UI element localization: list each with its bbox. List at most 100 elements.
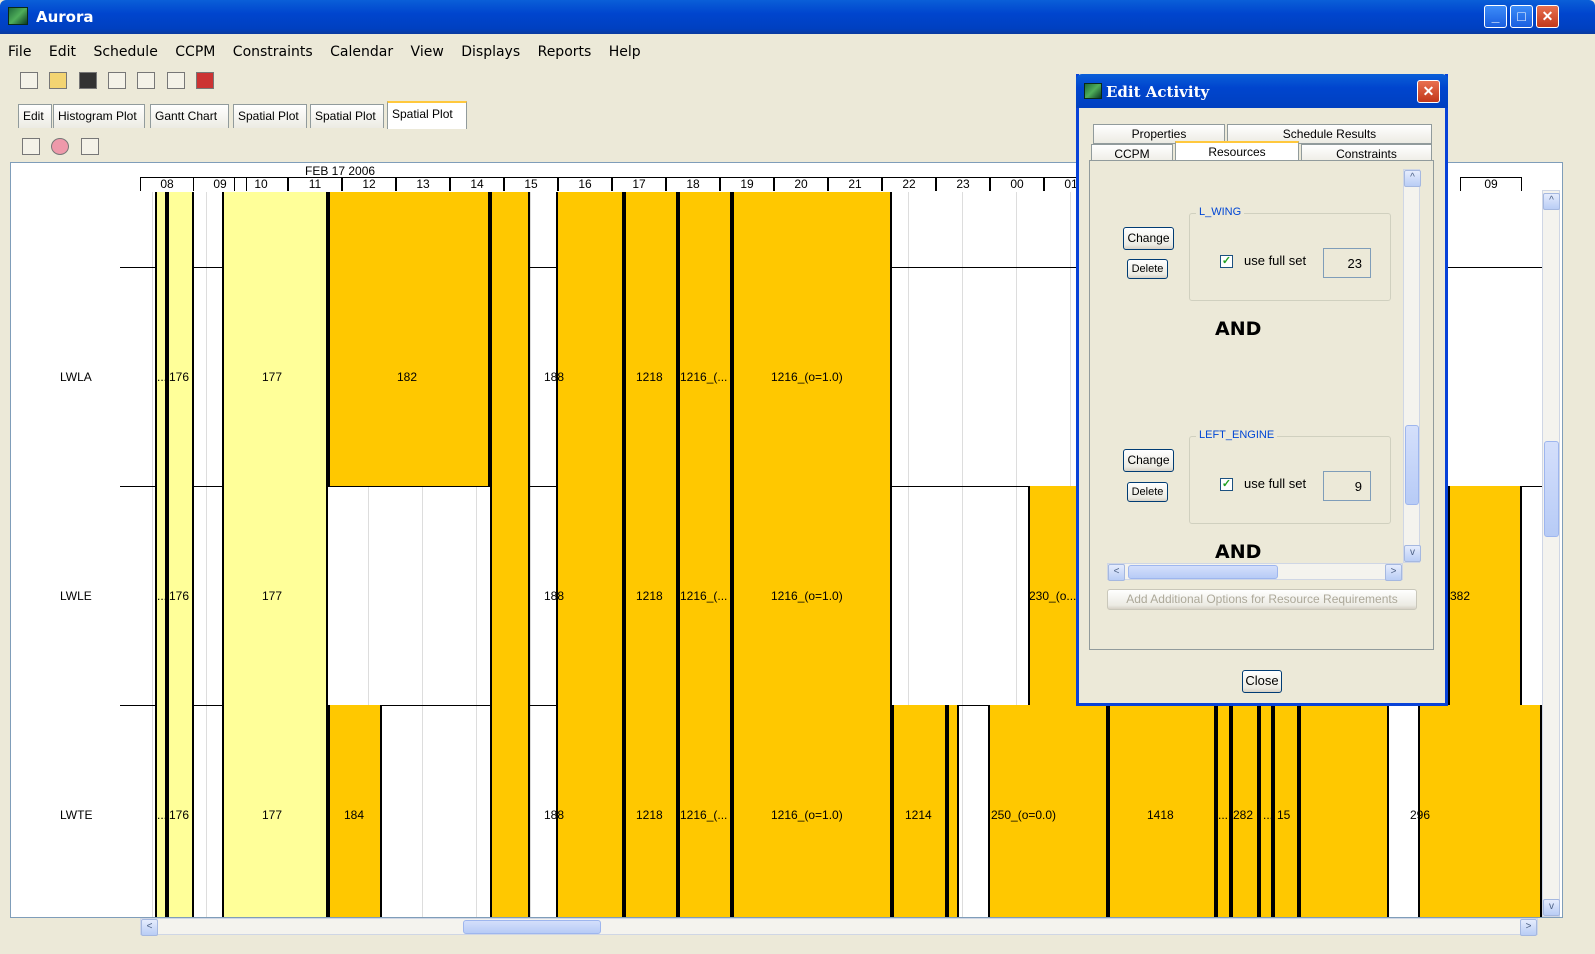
hour-gridline <box>530 192 531 917</box>
menu-schedule[interactable]: Schedule <box>93 44 157 60</box>
activity-block[interactable] <box>490 486 530 705</box>
delete-button-left-engine[interactable]: Delete <box>1127 482 1168 502</box>
activity-block[interactable] <box>490 267 530 486</box>
resources-list: Change Delete L_WING ✓ use full set 23 A… <box>1103 181 1403 563</box>
scroll-down-icon[interactable]: v <box>1543 899 1560 916</box>
change-button-l-wing[interactable]: Change <box>1123 227 1174 250</box>
quantity-field-left-engine[interactable]: 9 <box>1323 471 1371 501</box>
dialog-close-icon[interactable]: ✕ <box>1417 80 1440 103</box>
tab-spatial-plot-3[interactable]: Spatial Plot <box>387 101 467 129</box>
menu-edit[interactable]: Edit <box>49 44 76 60</box>
horizontal-scrollbar[interactable]: < > <box>140 918 1538 936</box>
activity-label: 188 <box>544 589 565 603</box>
title-bar[interactable]: Aurora _ □ ✕ <box>0 0 1595 34</box>
import-icon[interactable] <box>137 72 156 89</box>
activity-label: 188 <box>544 808 565 822</box>
color-palette-icon[interactable] <box>51 138 70 155</box>
resources-panel: Change Delete L_WING ✓ use full set 23 A… <box>1089 160 1434 650</box>
menu-calendar[interactable]: Calendar <box>330 44 393 60</box>
and-label: AND <box>1215 541 1262 563</box>
use-full-set-checkbox-left-engine[interactable]: ✓ <box>1220 478 1233 491</box>
tab-spatial-plot-1[interactable]: Spatial Plot <box>233 104 307 128</box>
resources-vertical-scrollbar[interactable]: ^ v <box>1403 169 1421 563</box>
activity-block[interactable] <box>167 192 194 267</box>
activity-label: 1216_(o=1.0) <box>771 808 843 822</box>
activity-block[interactable] <box>490 192 530 267</box>
scroll-thumb-vertical[interactable] <box>1544 441 1559 537</box>
network-icon[interactable] <box>225 72 243 89</box>
menu-reports[interactable]: Reports <box>538 44 592 60</box>
activity-label: 177 <box>262 589 283 603</box>
activity-block[interactable] <box>556 267 624 486</box>
menu-help[interactable]: Help <box>609 44 641 60</box>
activity-block[interactable] <box>556 192 624 267</box>
menu-displays[interactable]: Displays <box>461 44 520 60</box>
minimize-icon[interactable]: _ <box>1484 5 1507 28</box>
tab-spatial-plot-2[interactable]: Spatial Plot <box>310 104 384 128</box>
use-full-set-label: use full set <box>1244 253 1307 268</box>
change-button-left-engine[interactable]: Change <box>1123 449 1174 472</box>
scroll-left-icon[interactable]: < <box>1108 564 1125 581</box>
scroll-thumb-vertical[interactable] <box>1405 425 1419 505</box>
scroll-left-icon[interactable]: < <box>141 919 158 936</box>
row-name-lwte: LWTE <box>60 808 93 822</box>
resources-horizontal-scrollbar[interactable]: < > <box>1107 563 1403 581</box>
activity-block[interactable] <box>678 192 732 267</box>
vertical-scrollbar[interactable]: ^ v <box>1542 190 1560 917</box>
calendar-tool-icon[interactable] <box>196 72 215 89</box>
menu-file[interactable]: File <box>8 44 31 60</box>
dialog-title-bar[interactable]: Edit Activity ✕ <box>1076 74 1448 108</box>
activity-label: 1216_(o=1.0) <box>771 370 843 384</box>
scroll-up-icon[interactable]: ^ <box>1404 170 1421 187</box>
resource-name-l-wing: L_WING <box>1196 206 1245 218</box>
activity-label: 230_(o... <box>1029 589 1077 603</box>
open-folder-icon[interactable] <box>49 72 68 89</box>
activity-label: 176 <box>169 589 190 603</box>
export-icon[interactable] <box>108 72 127 89</box>
activity-block[interactable] <box>155 192 167 267</box>
activity-label: 1418 <box>1147 808 1174 822</box>
activity-block[interactable] <box>1418 705 1542 917</box>
activity-label: 1216_(... <box>680 808 728 822</box>
activity-block[interactable] <box>1299 705 1389 917</box>
activity-block[interactable] <box>732 192 892 267</box>
activity-block[interactable] <box>556 486 624 705</box>
activity-block[interactable] <box>556 705 624 917</box>
close-icon[interactable]: ✕ <box>1536 5 1559 28</box>
new-file-icon[interactable] <box>20 72 38 89</box>
aurora-app-icon <box>8 7 28 25</box>
activity-label: 1216_(... <box>680 589 728 603</box>
scroll-thumb[interactable] <box>463 920 601 934</box>
aurora-app-icon <box>1084 83 1102 99</box>
menu-constraints[interactable]: Constraints <box>233 44 313 60</box>
tab-gantt-chart[interactable]: Gantt Chart <box>150 104 229 128</box>
activity-block[interactable] <box>624 192 678 267</box>
activity-label: 176 <box>169 370 190 384</box>
save-icon[interactable] <box>78 72 97 89</box>
activity-block[interactable] <box>490 705 530 917</box>
use-full-set-checkbox-l-wing[interactable]: ✓ <box>1220 255 1233 268</box>
activity-label: 177 <box>262 370 283 384</box>
add-options-button[interactable]: Add Additional Options for Resource Requ… <box>1107 589 1417 610</box>
activity-block[interactable] <box>222 192 328 267</box>
activity-label: 296 <box>1410 808 1431 822</box>
scroll-right-icon[interactable]: > <box>1520 919 1537 936</box>
menu-view[interactable]: View <box>411 44 444 60</box>
delete-button-l-wing[interactable]: Delete <box>1127 259 1168 279</box>
edit-note-icon[interactable] <box>22 138 40 155</box>
print-icon[interactable] <box>166 72 185 89</box>
activity-block[interactable] <box>947 705 959 917</box>
scroll-thumb[interactable] <box>1128 565 1278 579</box>
close-button[interactable]: Close <box>1242 670 1282 693</box>
properties-icon[interactable] <box>80 138 99 155</box>
menu-ccpm[interactable]: CCPM <box>175 44 215 60</box>
hour-tick-label: 09 <box>1460 177 1522 191</box>
activity-block[interactable] <box>328 192 490 267</box>
scroll-up-icon[interactable]: ^ <box>1543 193 1560 210</box>
maximize-icon[interactable]: □ <box>1510 5 1533 28</box>
tab-histogram-plot[interactable]: Histogram Plot <box>53 104 145 128</box>
tab-edit[interactable]: Edit <box>18 104 52 128</box>
quantity-field-l-wing[interactable]: 23 <box>1323 248 1371 278</box>
scroll-right-icon[interactable]: > <box>1385 564 1402 581</box>
scroll-down-icon[interactable]: v <box>1404 545 1421 562</box>
